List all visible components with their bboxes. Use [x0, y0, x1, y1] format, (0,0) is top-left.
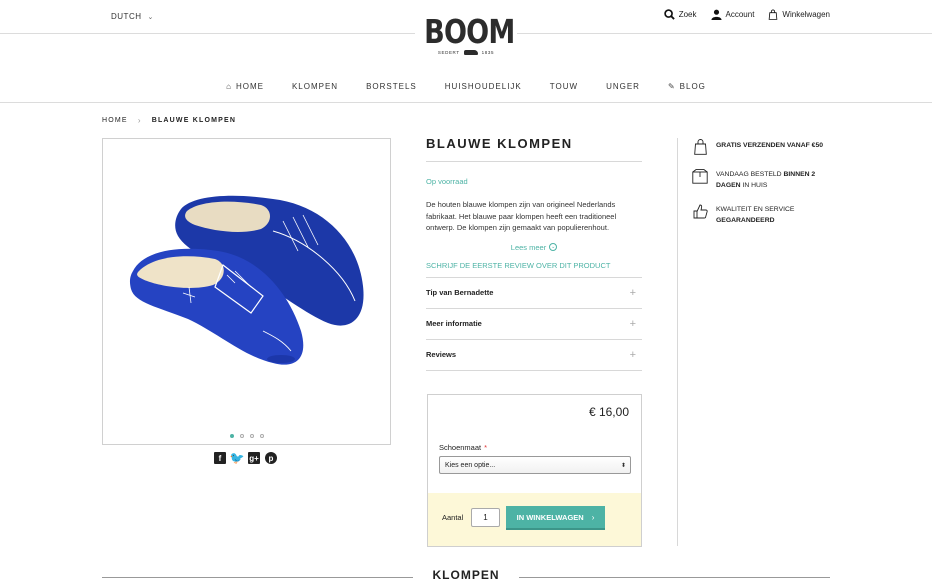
language-selector[interactable]: DUTCH ⌄ [111, 12, 154, 21]
gallery-dot[interactable] [239, 434, 244, 438]
usp-line: VANDAAG BESTELD [716, 171, 784, 178]
section-rule-left [102, 577, 413, 578]
gallery-dot[interactable] [229, 434, 234, 438]
accordion-more-info[interactable]: Meer informatie + [426, 309, 642, 340]
product-image-blue-clogs [129, 195, 364, 365]
cart-label: Winkelwagen [782, 10, 830, 19]
select-arrows-icon: ⬍ [620, 462, 626, 469]
box-icon [692, 167, 708, 185]
read-more-link[interactable]: Lees meer ⌄ [426, 243, 642, 252]
language-label: DUTCH [111, 12, 142, 21]
chevron-down-circle-icon: ⌄ [549, 243, 558, 251]
brand-logo[interactable]: BOOM SEDERT 1835 [415, 14, 517, 66]
gallery-dot[interactable] [259, 434, 264, 438]
read-more-label: Lees meer [510, 242, 547, 252]
section-rule-right [519, 577, 830, 578]
chevron-right-icon: › [137, 116, 142, 125]
account-label: Account [725, 10, 755, 19]
product-info: BLAUWE KLOMPEN Op voorraad De houten bla… [426, 136, 642, 371]
accordion-label: Reviews [426, 350, 457, 359]
nav-item-label: KLOMPEN [291, 81, 339, 91]
accordion-label: Tip van Bernadette [426, 288, 494, 297]
product-title: BLAUWE KLOMPEN [426, 136, 642, 162]
plus-icon: + [629, 317, 636, 330]
nav-item-label: HOME [235, 81, 264, 91]
quantity-label: Aantal [442, 513, 464, 522]
pinterest-icon[interactable]: p [265, 452, 277, 464]
chevron-down-icon: ⌄ [147, 13, 154, 21]
write-review-link[interactable]: SCHRIJF DE EERSTE REVIEW OVER DIT PRODUC… [426, 261, 642, 278]
usp-line: IN HUIS [740, 182, 768, 189]
usp-line: KWALITEIT EN SERVICE [716, 206, 795, 213]
logo-wordmark: BOOM [424, 12, 515, 51]
gallery-dots [103, 434, 390, 438]
nav-item-borstels[interactable]: BORSTELS [352, 70, 431, 102]
usp-list: GRATIS VERZENDEN VANAF €50 VANDAAG BESTE… [692, 138, 837, 237]
shopping-bag-icon [769, 9, 778, 20]
nav-item-label: UNGER [606, 81, 640, 91]
usp-item: KWALITEIT EN SERVICE GEGARANDEERD [692, 202, 837, 226]
product-price: € 16,00 [588, 405, 629, 419]
pencil-icon: ✎ [667, 81, 676, 91]
quantity-input[interactable]: 1 [471, 508, 500, 527]
required-mark: * [484, 443, 488, 452]
accordion-reviews[interactable]: Reviews + [426, 340, 642, 371]
chevron-right-icon: › [591, 512, 595, 522]
search-icon [663, 9, 675, 20]
share-links: f 🐦 g+ p [214, 451, 277, 465]
search-link[interactable]: Zoek [663, 9, 697, 20]
nav-item-label: TOUW [549, 81, 579, 91]
size-select[interactable]: Kies een optie... ⬍ [439, 456, 631, 474]
usp-divider [677, 138, 678, 546]
user-icon [710, 9, 722, 20]
nav-item-home[interactable]: ⌂ HOME [212, 70, 278, 102]
accordion-tip[interactable]: Tip van Bernadette + [426, 278, 642, 309]
nav-item-unger[interactable]: UNGER [592, 70, 654, 102]
purchase-footer: Aantal 1 IN WINKELWAGEN › [428, 493, 641, 546]
account-link[interactable]: Account [710, 9, 755, 20]
nav-item-label: HUISHOUDELIJK [444, 81, 522, 91]
search-label: Zoek [678, 10, 697, 19]
nav-item-blog[interactable]: ✎ BLOG [654, 70, 720, 102]
cart-link[interactable]: Winkelwagen [768, 9, 830, 20]
purchase-box: € 16,00 Schoenmaat * Kies een optie... ⬍ … [427, 394, 642, 547]
product-image-gallery[interactable] [102, 138, 391, 445]
gallery-dot[interactable] [249, 434, 254, 438]
twitter-icon[interactable]: 🐦 [230, 451, 245, 465]
product-description: De houten blauwe klompen zijn van origin… [426, 200, 617, 232]
usp-text: GRATIS VERZENDEN VANAF €50 [716, 140, 823, 151]
usp-text: KWALITEIT EN SERVICE GEGARANDEERD [716, 204, 794, 226]
usp-text: VANDAAG BESTELD BINNEN 2 DAGEN IN HUIS [716, 169, 837, 191]
main-nav: ⌂ HOME KLOMPEN BORSTELS HUISHOUDELIJK TO… [0, 70, 932, 103]
top-actions: Zoek Account Winkelwagen [663, 9, 830, 20]
size-select-value: Kies een optie... [445, 461, 496, 469]
home-icon: ⌂ [226, 81, 232, 91]
shopping-bag-icon [692, 138, 708, 156]
plus-icon: + [629, 286, 636, 299]
nav-item-label: BLOG [679, 81, 706, 91]
add-to-cart-label: IN WINKELWAGEN [516, 512, 584, 522]
usp-line: GEGARANDEERD [716, 217, 775, 224]
thumbs-up-icon [692, 202, 708, 220]
add-to-cart-button[interactable]: IN WINKELWAGEN › [506, 506, 605, 530]
google-plus-icon[interactable]: g+ [248, 452, 260, 464]
breadcrumb-home[interactable]: HOME [102, 117, 128, 124]
nav-item-label: BORSTELS [366, 81, 417, 91]
breadcrumb-current: BLAUWE KLOMPEN [151, 117, 237, 124]
plus-icon: + [629, 348, 636, 361]
nav-item-huishoudelijk[interactable]: HUISHOUDELIJK [431, 70, 536, 102]
breadcrumb: HOME › BLAUWE KLOMPEN [102, 116, 236, 125]
section-title: KLOMPEN [413, 568, 519, 582]
size-label-text: Schoenmaat [439, 443, 482, 452]
accordion-label: Meer informatie [426, 319, 482, 328]
facebook-icon[interactable]: f [214, 452, 226, 464]
usp-item: VANDAAG BESTELD BINNEN 2 DAGEN IN HUIS [692, 167, 837, 191]
size-label: Schoenmaat * [439, 443, 487, 452]
nav-item-touw[interactable]: TOUW [536, 70, 592, 102]
usp-item: GRATIS VERZENDEN VANAF €50 [692, 138, 837, 156]
stock-status: Op voorraad [426, 177, 468, 186]
usp-line: GRATIS VERZENDEN VANAF €50 [716, 142, 824, 149]
nav-item-klompen[interactable]: KLOMPEN [278, 70, 352, 102]
